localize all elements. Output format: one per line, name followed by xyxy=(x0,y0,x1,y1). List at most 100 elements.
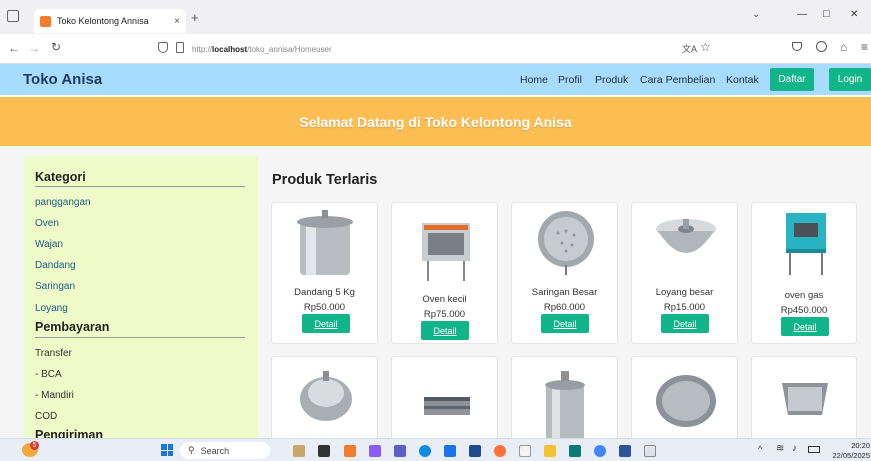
firefox-icon[interactable] xyxy=(494,445,506,457)
product-card[interactable]: Dandang 5 Kg Rp50.000 Detail xyxy=(271,202,378,344)
pembayaran-item: COD xyxy=(35,411,58,422)
product-image xyxy=(782,383,828,415)
search-icon: ⚲ xyxy=(188,445,195,455)
file-explorer-icon[interactable] xyxy=(544,445,556,457)
reload-icon[interactable]: ↻ xyxy=(51,40,61,54)
windows-start-icon[interactable] xyxy=(161,444,173,456)
product-card[interactable]: Saringan Besar Rp60.000 Detail xyxy=(511,202,618,344)
battery-icon[interactable] xyxy=(808,446,820,453)
app-icon[interactable] xyxy=(569,445,581,457)
product-card[interactable]: oven gas Rp450.000 Detail xyxy=(751,202,857,344)
kategori-item[interactable]: Dandang xyxy=(35,260,76,271)
app-icon[interactable] xyxy=(369,445,381,457)
extensions-icon[interactable]: ⌂ xyxy=(840,40,847,54)
product-card[interactable] xyxy=(271,356,378,446)
detail-button[interactable]: Detail xyxy=(661,314,709,333)
product-name: oven gas xyxy=(784,290,824,301)
kategori-item[interactable]: Loyang xyxy=(35,303,68,314)
pembayaran-item: - Mandiri xyxy=(35,390,74,401)
section-title: Produk Terlaris xyxy=(272,172,378,188)
taskbar-search[interactable]: ⚲ Search xyxy=(180,442,270,459)
product-name: Dandang 5 Kg xyxy=(294,287,355,298)
detail-button[interactable]: Detail xyxy=(302,314,350,333)
wifi-icon[interactable]: ≋ xyxy=(776,443,784,454)
detail-button[interactable]: Detail xyxy=(421,321,469,340)
notepad-icon[interactable] xyxy=(644,445,656,457)
kategori-item[interactable]: Wajan xyxy=(35,239,63,250)
product-image xyxy=(538,211,594,275)
pocket-icon[interactable] xyxy=(792,42,802,51)
product-image xyxy=(656,375,716,427)
nav-produk[interactable]: Produk xyxy=(595,64,628,95)
product-card[interactable]: Oven kecil Rp75.000 Detail xyxy=(391,202,498,344)
new-tab-button[interactable]: + xyxy=(191,10,199,25)
brand-logo[interactable]: Toko Anisa xyxy=(23,71,102,88)
pembayaran-item: - BCA xyxy=(35,369,62,380)
app-icon[interactable] xyxy=(344,445,356,457)
volume-icon[interactable]: ♪ xyxy=(792,443,797,454)
outlook-icon[interactable] xyxy=(444,445,456,457)
sidebar: Kategori panggangan Oven Wajan Dandang S… xyxy=(24,156,258,446)
dropbox-icon[interactable] xyxy=(469,445,481,457)
detail-button[interactable]: Detail xyxy=(541,314,589,333)
tab-overview-icon[interactable] xyxy=(7,10,19,22)
product-image xyxy=(297,210,353,275)
minimize-button[interactable]: — xyxy=(797,9,807,20)
browser-tab[interactable]: Toko Kelontong Annisa × xyxy=(34,9,186,33)
pembayaran-heading: Pembayaran xyxy=(35,320,110,334)
product-card[interactable]: Loyang besar Rp15.000 Detail xyxy=(631,202,738,344)
nav-home[interactable]: Home xyxy=(520,64,548,95)
maximize-button[interactable]: □ xyxy=(823,8,830,20)
tray-chevron-icon[interactable]: ^ xyxy=(758,444,762,454)
account-icon[interactable] xyxy=(816,41,827,52)
main-content: Kategori panggangan Oven Wajan Dandang S… xyxy=(0,146,871,446)
word-icon[interactable] xyxy=(619,445,631,457)
clock-date: 22/05/2025 xyxy=(832,451,870,460)
menu-icon[interactable]: ≡ xyxy=(861,40,868,54)
kategori-item[interactable]: Oven xyxy=(35,218,59,229)
banner-text: Selamat Datang di Toko Kelontong Anisa xyxy=(299,113,572,130)
kategori-item[interactable]: panggangan xyxy=(35,197,91,208)
login-button[interactable]: Login xyxy=(829,68,871,91)
widget-icon[interactable] xyxy=(293,445,305,457)
product-name: Loyang besar xyxy=(655,287,714,298)
product-image xyxy=(424,397,470,415)
welcome-banner: Selamat Datang di Toko Kelontong Anisa xyxy=(0,97,871,146)
product-image xyxy=(656,219,716,253)
shield-icon[interactable] xyxy=(158,42,168,53)
url-prefix: http:// xyxy=(192,44,213,54)
tab-close-icon[interactable]: × xyxy=(174,16,180,27)
nav-cara-pembelian[interactable]: Cara Pembelian xyxy=(640,64,715,95)
nav-kontak[interactable]: Kontak xyxy=(726,64,759,95)
product-image xyxy=(300,371,352,421)
edge-icon[interactable] xyxy=(419,445,431,457)
product-name: Saringan Besar xyxy=(531,287,598,298)
browser-tab-bar: Toko Kelontong Annisa × + ⌄ — □ ✕ xyxy=(0,0,871,34)
product-price: Rp50.000 xyxy=(303,302,346,313)
daftar-button[interactable]: Daftar xyxy=(770,68,814,91)
product-card[interactable] xyxy=(511,356,618,446)
address-bar[interactable]: http://localhost/toko_annisa/Homeuser xyxy=(192,40,762,58)
translate-icon[interactable]: 文A xyxy=(682,42,697,55)
forward-arrow-icon[interactable]: → xyxy=(28,41,40,55)
page-info-icon[interactable] xyxy=(176,42,184,53)
clock[interactable]: 20:20 22/05/2025 xyxy=(830,441,870,461)
teams-icon[interactable] xyxy=(394,445,406,457)
task-view-icon[interactable] xyxy=(318,445,330,457)
back-arrow-icon[interactable]: ← xyxy=(8,41,20,55)
chrome-icon[interactable] xyxy=(594,445,606,457)
product-card[interactable] xyxy=(751,356,857,446)
product-image xyxy=(422,223,470,281)
windows-taskbar: 5 ⚲ Search ^ ≋ ♪ 20:20 22/05/2025 xyxy=(0,438,871,461)
close-window-button[interactable]: ✕ xyxy=(850,9,858,20)
search-label: Search xyxy=(200,445,230,456)
product-card[interactable] xyxy=(391,356,498,446)
tab-list-chevron-icon[interactable]: ⌄ xyxy=(752,9,760,20)
amazon-icon[interactable] xyxy=(519,445,531,457)
bookmark-star-icon[interactable]: ☆ xyxy=(700,40,711,54)
nav-profil[interactable]: Profil xyxy=(558,64,582,95)
product-card[interactable] xyxy=(631,356,738,446)
kategori-item[interactable]: Saringan xyxy=(35,281,75,292)
product-price: Rp60.000 xyxy=(543,302,586,313)
detail-button[interactable]: Detail xyxy=(781,317,829,336)
